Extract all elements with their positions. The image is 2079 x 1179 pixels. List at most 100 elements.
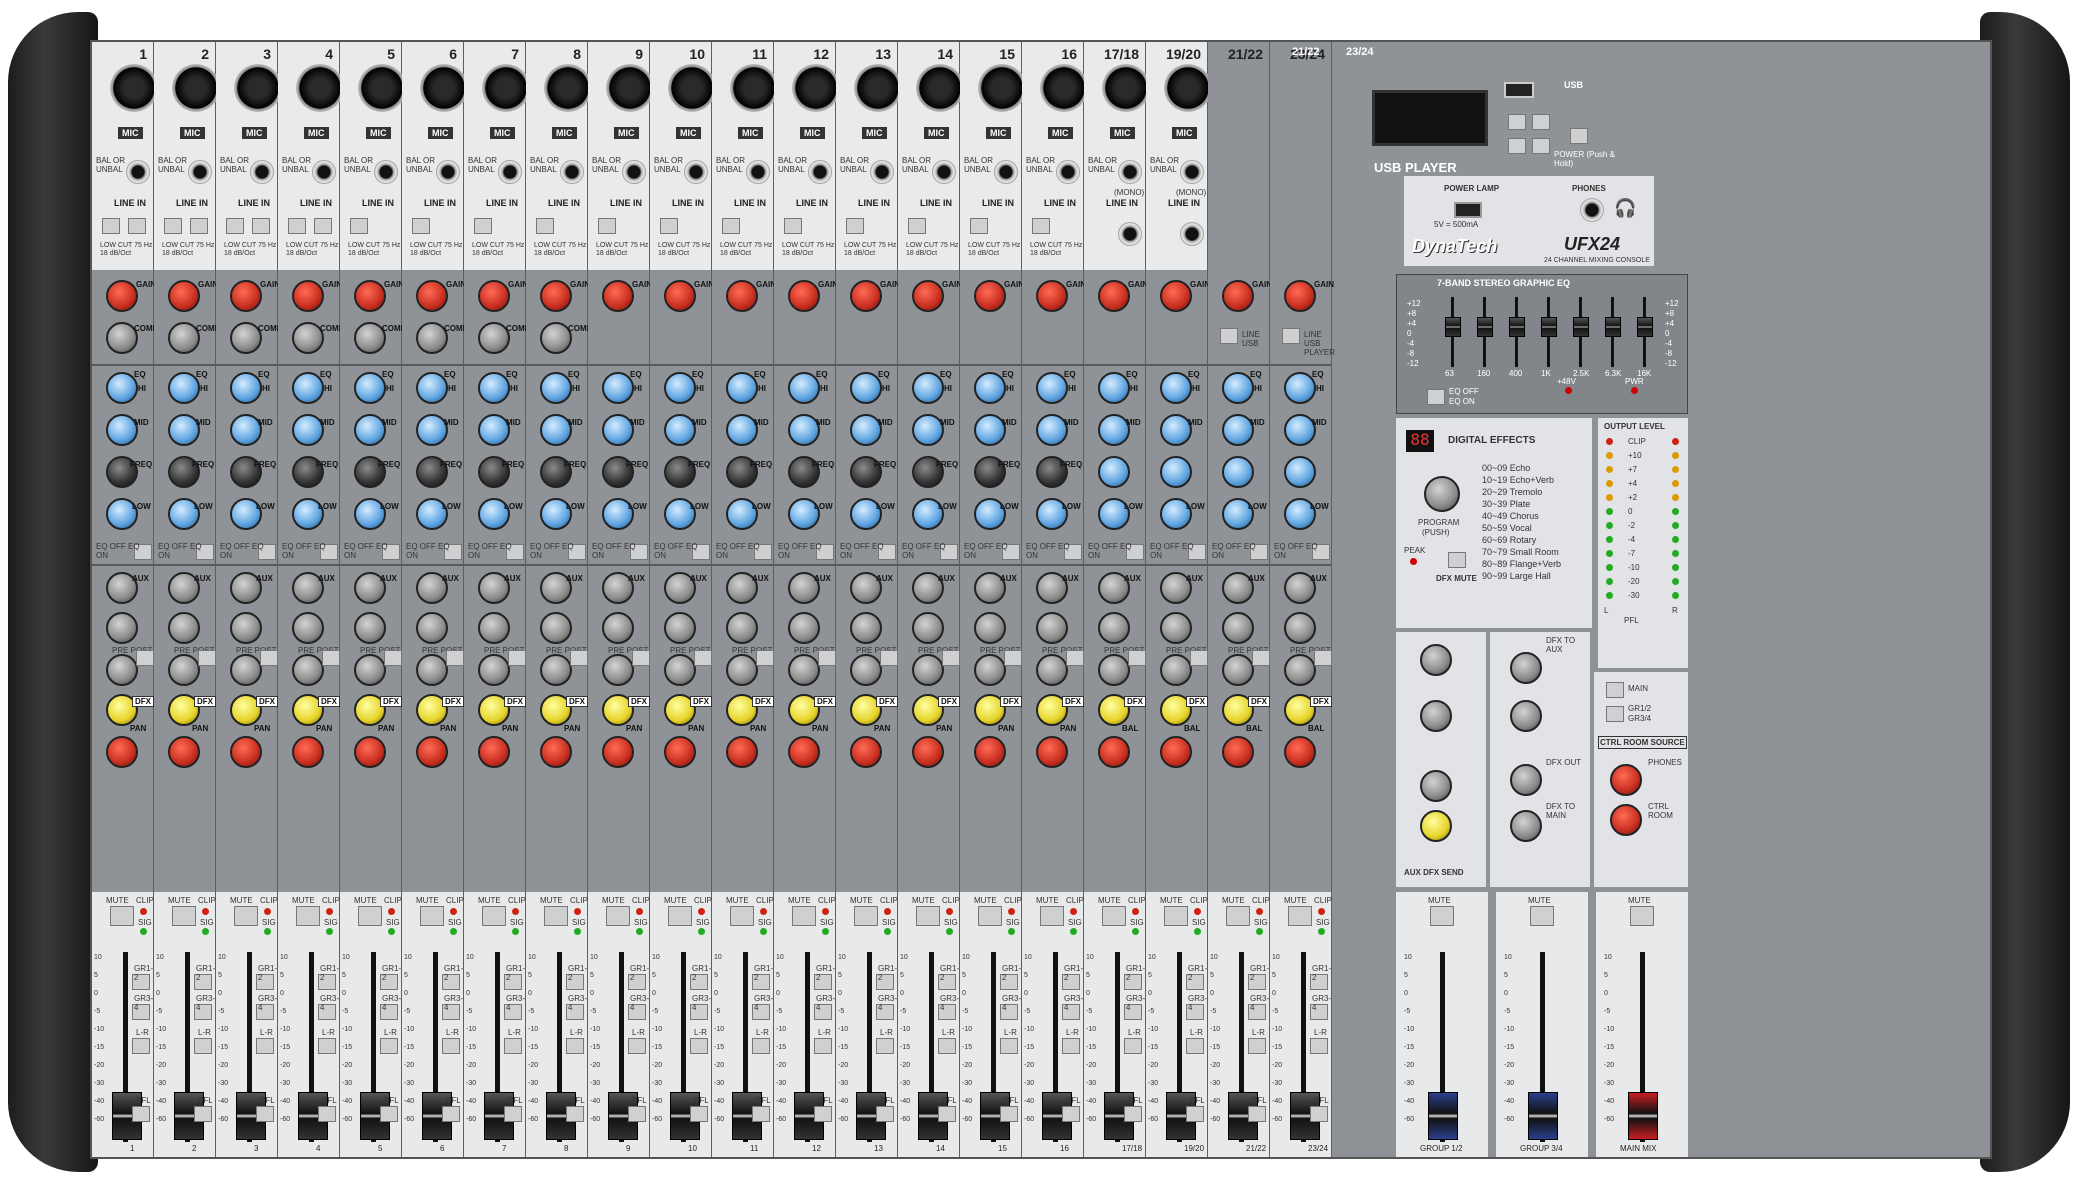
- aux-2-knob[interactable]: [974, 612, 1006, 644]
- lr-button[interactable]: [1248, 1038, 1266, 1054]
- pfl-button[interactable]: [1000, 1106, 1018, 1122]
- low-cut-button[interactable]: [474, 218, 492, 234]
- pan-knob[interactable]: [912, 736, 944, 768]
- aux-2-knob[interactable]: [292, 612, 324, 644]
- mute-button[interactable]: [482, 906, 506, 926]
- line-in-jack[interactable]: [560, 160, 584, 184]
- eq-hi-knob[interactable]: [1284, 372, 1316, 404]
- pfl-button[interactable]: [1248, 1106, 1266, 1122]
- pan-knob[interactable]: [1222, 736, 1254, 768]
- geq-fader-400[interactable]: [1509, 317, 1525, 337]
- aux-2-knob[interactable]: [602, 612, 634, 644]
- gain-knob[interactable]: [354, 280, 386, 312]
- pan-knob[interactable]: [1160, 736, 1192, 768]
- aux-3-knob[interactable]: [1160, 654, 1192, 686]
- xlr-mic-input[interactable]: [978, 64, 1026, 112]
- pre-post-switch[interactable]: [508, 650, 526, 666]
- lr-button[interactable]: [132, 1038, 150, 1054]
- ctrl-room-gr12-button[interactable]: [1606, 706, 1624, 722]
- usb-port[interactable]: [1504, 82, 1534, 98]
- gain-knob[interactable]: [478, 280, 510, 312]
- pre-post-switch[interactable]: [1004, 650, 1022, 666]
- eq-hi-knob[interactable]: [726, 372, 758, 404]
- pfl-button[interactable]: [752, 1106, 770, 1122]
- gain-knob[interactable]: [292, 280, 324, 312]
- pre-post-switch[interactable]: [818, 650, 836, 666]
- eq-hi-knob[interactable]: [540, 372, 572, 404]
- line-in-jack[interactable]: [188, 160, 212, 184]
- aux-2-knob[interactable]: [168, 612, 200, 644]
- lr-button[interactable]: [938, 1038, 956, 1054]
- eq-hi-knob[interactable]: [168, 372, 200, 404]
- aux-2-knob[interactable]: [416, 612, 448, 644]
- eq-lowmid-knob[interactable]: [1160, 456, 1192, 488]
- usb-prev-button[interactable]: [1508, 114, 1526, 130]
- group-3-4-fader[interactable]: [1528, 1092, 1558, 1140]
- xlr-mic-input[interactable]: [234, 64, 282, 112]
- mute-button[interactable]: [730, 906, 754, 926]
- main-mix-mute-button[interactable]: [1630, 906, 1654, 926]
- xlr-mic-input[interactable]: [482, 64, 530, 112]
- geq-fader-1K[interactable]: [1541, 317, 1557, 337]
- gain-knob[interactable]: [168, 280, 200, 312]
- gain-knob[interactable]: [230, 280, 262, 312]
- aux-3-knob[interactable]: [1098, 654, 1130, 686]
- pan-knob[interactable]: [974, 736, 1006, 768]
- aux-2-knob[interactable]: [1036, 612, 1068, 644]
- line-in-jack-right[interactable]: [1118, 222, 1142, 246]
- mute-button[interactable]: [1164, 906, 1188, 926]
- usb-mode-button[interactable]: [1532, 138, 1550, 154]
- hi-z-button[interactable]: [252, 218, 270, 234]
- low-cut-button[interactable]: [536, 218, 554, 234]
- usb-next-button[interactable]: [1532, 114, 1550, 130]
- aux-2-knob[interactable]: [540, 612, 572, 644]
- dfx-to-main-knob[interactable]: [1510, 810, 1542, 842]
- mute-button[interactable]: [792, 906, 816, 926]
- pfl-button[interactable]: [132, 1106, 150, 1122]
- mute-button[interactable]: [854, 906, 878, 926]
- dfx-program-knob[interactable]: [1424, 476, 1460, 512]
- pan-knob[interactable]: [540, 736, 572, 768]
- low-cut-button[interactable]: [164, 218, 182, 234]
- low-cut-button[interactable]: [660, 218, 678, 234]
- eq-hi-knob[interactable]: [478, 372, 510, 404]
- gain-knob[interactable]: [602, 280, 634, 312]
- mute-button[interactable]: [978, 906, 1002, 926]
- line-in-jack[interactable]: [1056, 160, 1080, 184]
- gain-knob[interactable]: [726, 280, 758, 312]
- dfx-mute-button[interactable]: [1448, 552, 1466, 568]
- pfl-button[interactable]: [566, 1106, 584, 1122]
- power-lamp-port[interactable]: [1454, 202, 1482, 218]
- pan-knob[interactable]: [416, 736, 448, 768]
- pan-knob[interactable]: [1284, 736, 1316, 768]
- pan-knob[interactable]: [168, 736, 200, 768]
- aux-2-knob[interactable]: [1160, 612, 1192, 644]
- lr-button[interactable]: [752, 1038, 770, 1054]
- pre-post-switch[interactable]: [198, 650, 216, 666]
- gain-knob[interactable]: [788, 280, 820, 312]
- aux-send-1-knob[interactable]: [1420, 644, 1452, 676]
- aux-3-knob[interactable]: [106, 654, 138, 686]
- pfl-button[interactable]: [194, 1106, 212, 1122]
- aux-2-knob[interactable]: [664, 612, 696, 644]
- eq-hi-knob[interactable]: [1160, 372, 1192, 404]
- aux-send-dfx-knob[interactable]: [1420, 810, 1452, 842]
- pre-post-switch[interactable]: [632, 650, 650, 666]
- aux-3-knob[interactable]: [1036, 654, 1068, 686]
- pre-post-switch[interactable]: [1190, 650, 1208, 666]
- pan-knob[interactable]: [478, 736, 510, 768]
- line-in-jack[interactable]: [932, 160, 956, 184]
- gain-knob[interactable]: [1160, 280, 1192, 312]
- phones-level-knob[interactable]: [1610, 764, 1642, 796]
- low-cut-button[interactable]: [288, 218, 306, 234]
- gain-knob[interactable]: [540, 280, 572, 312]
- pre-post-switch[interactable]: [880, 650, 898, 666]
- aux-2-knob[interactable]: [912, 612, 944, 644]
- eq-hi-knob[interactable]: [292, 372, 324, 404]
- pan-knob[interactable]: [106, 736, 138, 768]
- lr-button[interactable]: [442, 1038, 460, 1054]
- xlr-mic-input[interactable]: [172, 64, 220, 112]
- mute-button[interactable]: [1288, 906, 1312, 926]
- pan-knob[interactable]: [230, 736, 262, 768]
- xlr-mic-input[interactable]: [792, 64, 840, 112]
